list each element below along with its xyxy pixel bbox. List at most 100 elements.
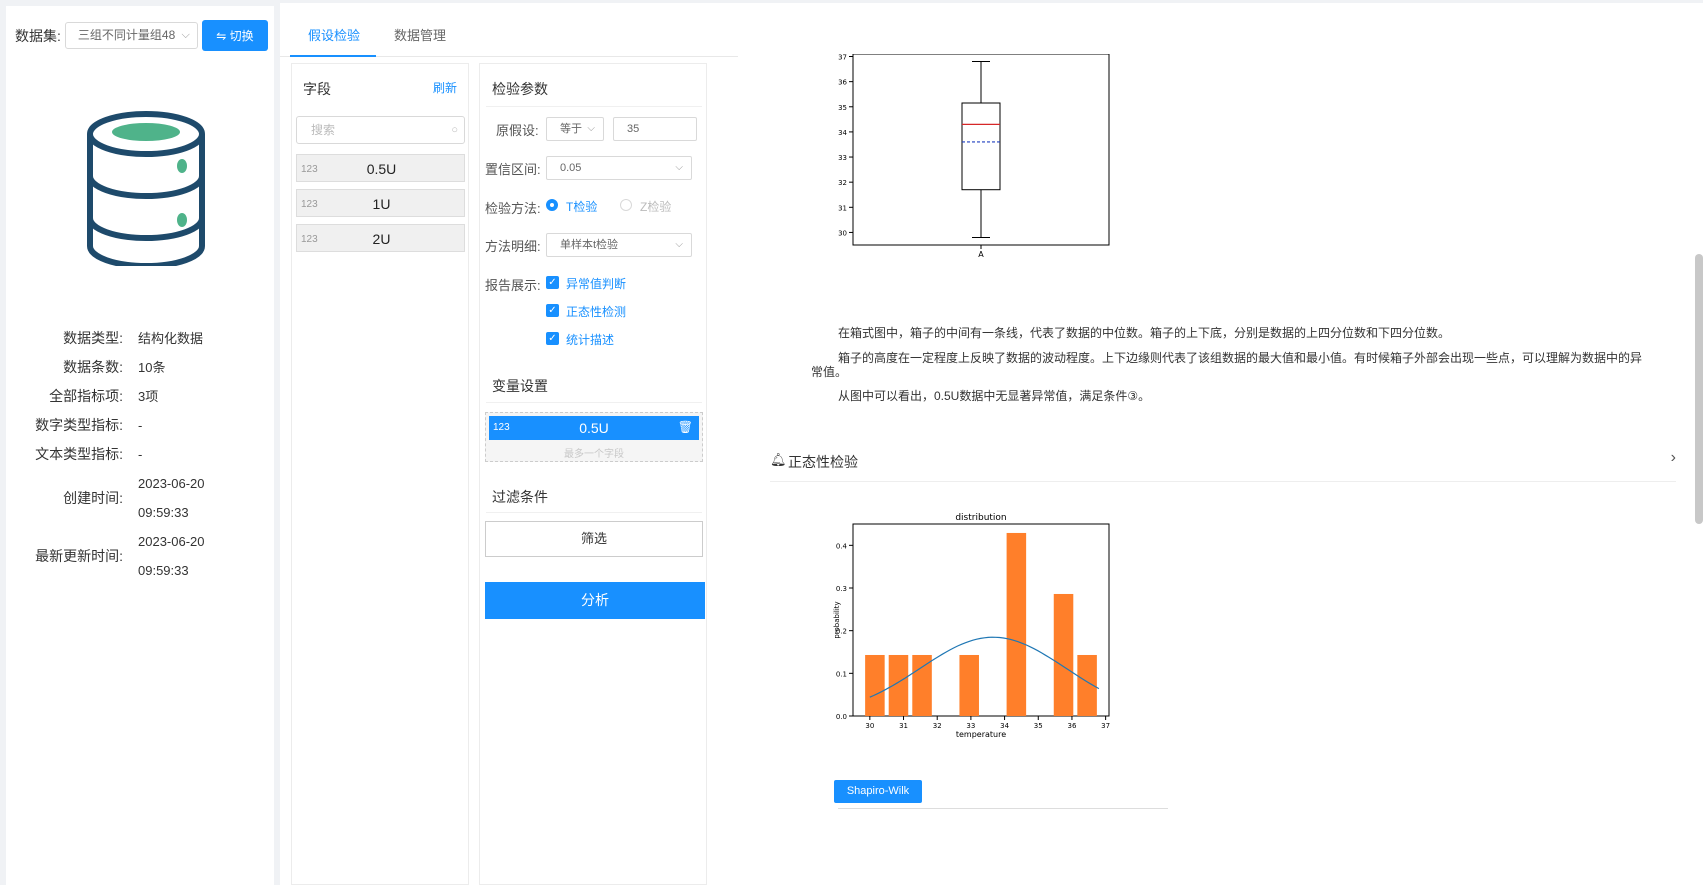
x-tick-label: 33 bbox=[966, 722, 975, 730]
report-paragraph: 从图中可以看出，0.5U数据中无显著异常值，满足条件③。 bbox=[838, 389, 1151, 403]
x-axis-label: temperature bbox=[956, 730, 1006, 739]
info-row: 文本类型指标: - bbox=[6, 440, 274, 469]
x-tick-label: 37 bbox=[1101, 722, 1110, 730]
test-params-panel: 检验参数 原假设: 等于 ⌵ 35 置信区间: 0.05 ⌵ 检验方法: T检验 Z… bbox=[479, 63, 707, 885]
time-text: 09:59:33 bbox=[138, 505, 189, 520]
y-tick-label: 0.4 bbox=[836, 542, 848, 550]
table-top-border bbox=[838, 808, 1168, 809]
dataset-info: 数据类型: 结构化数据 数据条数: 10条 全部指标项: 3项 数字类型指标: - 文本… bbox=[6, 324, 274, 585]
z-test-radio[interactable] bbox=[620, 199, 632, 211]
stats-option-label[interactable]: 统计描述 bbox=[566, 331, 614, 348]
chevron-down-icon: ⌵ bbox=[675, 239, 683, 250]
fields-title: 字段 bbox=[303, 81, 331, 97]
info-row: 全部指标项: 3项 bbox=[6, 382, 274, 411]
trash-icon[interactable]: 🗑 bbox=[678, 420, 693, 434]
confidence-label: 置信区间: bbox=[485, 162, 541, 177]
null-hypothesis-label: 原假设: bbox=[496, 123, 539, 138]
info-key: 数据类型: bbox=[63, 330, 123, 346]
chevron-right-icon: › bbox=[1670, 449, 1676, 466]
info-row: 数字类型指标: - bbox=[6, 411, 274, 440]
field-name: 2U bbox=[372, 231, 391, 247]
histogram-bar bbox=[959, 654, 979, 716]
analyze-button[interactable]: 分析 bbox=[485, 582, 705, 619]
chevron-down-icon: ⌵ bbox=[587, 123, 595, 134]
outlier-option-label[interactable]: 异常值判断 bbox=[566, 275, 626, 292]
field-search-input[interactable]: 搜索 ○ bbox=[296, 116, 465, 144]
y-tick-label: 33 bbox=[838, 154, 847, 162]
info-key: 全部指标项: bbox=[49, 388, 123, 404]
y-tick-label: 0.0 bbox=[836, 713, 847, 721]
histogram-bar bbox=[865, 654, 885, 716]
normality-section-header[interactable]: 🔔︎ 正态性检验 › bbox=[770, 446, 1676, 482]
report-paragraph: 箱子的高度在一定程度上反映了数据的波动程度。上下边缘则代表了该组数据的最大值和最… bbox=[838, 351, 1643, 365]
divider bbox=[486, 106, 702, 107]
info-value: - bbox=[138, 418, 143, 433]
switch-button[interactable]: ⇋ 切换 bbox=[201, 20, 268, 51]
filter-button[interactable]: 筛选 bbox=[485, 521, 703, 557]
null-hypothesis-value-input[interactable]: 35 bbox=[613, 117, 697, 141]
variable-drop-zone[interactable]: 123 0.5U 🗑 最多一个字段 bbox=[485, 412, 703, 462]
outlier-checkbox[interactable]: ✓ bbox=[546, 276, 559, 289]
normality-option-label[interactable]: 正态性检测 bbox=[566, 303, 626, 320]
bell-icon: 🔔︎ bbox=[770, 452, 787, 467]
info-key: 文本类型指标: bbox=[35, 446, 123, 462]
info-key: 最新更新时间: bbox=[35, 548, 123, 564]
field-item-0-5u[interactable]: 123 0.5U bbox=[296, 154, 465, 182]
active-tab-indicator bbox=[290, 55, 376, 57]
method-label: 检验方法: bbox=[485, 201, 541, 216]
scrollbar[interactable] bbox=[1695, 254, 1703, 524]
info-row: 数据条数: 10条 bbox=[6, 353, 274, 382]
refresh-link[interactable]: 刷新 bbox=[433, 79, 457, 96]
field-name: 1U bbox=[372, 196, 391, 212]
x-tick-label: 30 bbox=[865, 722, 874, 730]
database-icon bbox=[87, 111, 205, 266]
confidence-value: 0.05 bbox=[560, 162, 582, 174]
t-test-label[interactable]: T检验 bbox=[566, 198, 597, 215]
distribution-chart: distribution0.00.10.20.30.430 31 32 33 34 35 3… bbox=[833, 513, 1110, 739]
shapiro-wilk-button[interactable]: Shapiro-Wilk bbox=[834, 780, 922, 803]
info-value: 2023-06-20 09:59:33 bbox=[123, 469, 205, 527]
y-tick-label: 31 bbox=[838, 204, 847, 212]
confidence-select[interactable]: 0.05 ⌵ bbox=[546, 156, 692, 180]
z-test-label[interactable]: Z检验 bbox=[640, 198, 671, 215]
operator-value: 等于 bbox=[560, 123, 582, 135]
section-title: 正态性检验 bbox=[788, 454, 858, 470]
x-tick-label: A bbox=[978, 250, 984, 259]
selected-variable-chip[interactable]: 123 0.5U 🗑 bbox=[489, 416, 699, 440]
method-detail-select[interactable]: 单样本t检验 ⌵ bbox=[546, 233, 692, 257]
info-value: 3项 bbox=[138, 389, 159, 404]
x-tick-label: 32 bbox=[933, 722, 942, 730]
stats-checkbox[interactable]: ✓ bbox=[546, 332, 559, 345]
y-tick-label: 34 bbox=[838, 129, 847, 137]
info-key: 创建时间: bbox=[63, 490, 123, 506]
search-placeholder: 搜索 bbox=[311, 123, 336, 137]
y-tick-label: 35 bbox=[838, 104, 847, 112]
report-content: 30 31 32 33 34 35 36 37 A 在箱式图中，箱子的中间有一条线，代表了数据的… bbox=[738, 54, 1703, 885]
search-icon: ○ bbox=[451, 124, 458, 136]
x-tick-label: 31 bbox=[899, 722, 908, 730]
tab-hypothesis-test[interactable]: 假设检验 bbox=[308, 25, 360, 44]
info-key: 数字类型指标: bbox=[35, 417, 123, 433]
divider bbox=[486, 512, 702, 513]
date-text: 2023-06-20 bbox=[138, 534, 205, 549]
time-text: 09:59:33 bbox=[138, 563, 189, 578]
dataset-sidebar: 数据集: 三组不同计量组48 ⌵ ⇋ 切换 数据类型: 结构化数据 数据条数: 10… bbox=[6, 6, 274, 885]
normality-checkbox[interactable]: ✓ bbox=[546, 304, 559, 317]
method-detail-label: 方法明细: bbox=[485, 239, 541, 254]
info-value: 结构化数据 bbox=[138, 331, 204, 346]
dataset-select[interactable]: 三组不同计量组48 ⌵ bbox=[64, 22, 198, 49]
null-hypothesis-operator-select[interactable]: 等于 ⌵ bbox=[546, 117, 604, 141]
info-value: 10条 bbox=[138, 360, 166, 375]
field-item-1u[interactable]: 123 1U bbox=[296, 189, 465, 217]
dataset-selector-row: 数据集: 三组不同计量组48 ⌵ ⇋ 切换 bbox=[15, 20, 268, 51]
t-test-radio[interactable] bbox=[546, 199, 558, 211]
field-item-2u[interactable]: 123 2U bbox=[296, 224, 465, 252]
histogram-bar bbox=[912, 654, 932, 716]
info-row: 最新更新时间: 2023-06-20 09:59:33 bbox=[6, 527, 274, 585]
params-title: 检验参数 bbox=[492, 81, 548, 97]
chevron-down-icon: ⌵ bbox=[181, 29, 190, 41]
y-axis-label: probability bbox=[833, 601, 841, 638]
box-plot: 30 31 32 33 34 35 36 37 A bbox=[838, 54, 1110, 259]
tab-data-management[interactable]: 数据管理 bbox=[394, 25, 446, 44]
dataset-label: 数据集: bbox=[15, 27, 61, 44]
